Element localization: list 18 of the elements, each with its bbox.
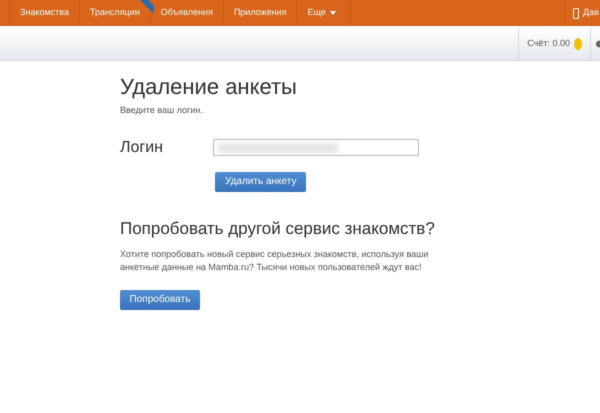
nav-link[interactable]: Знакомства xyxy=(20,6,69,20)
phone-icon xyxy=(573,8,579,18)
nav-link[interactable]: Приложения xyxy=(234,6,286,20)
page-title: Удаление анкеты xyxy=(120,73,298,101)
try-button[interactable]: Попробовать xyxy=(120,290,200,310)
delete-profile-button[interactable]: Удалить анкету xyxy=(215,172,306,192)
caret-icon xyxy=(330,11,336,15)
login-label: Логин xyxy=(120,138,164,158)
promo-text: Хотите попробовать новый сервис серьезных знакомств, используя ваши анкетные данные на Mamba.ru? Тысячи новых пользователей ждут вас! xyxy=(120,248,430,274)
coin-icon xyxy=(574,38,582,50)
balance-text: Счёт: 0.00 xyxy=(527,37,570,50)
hint-text: Введите ваш логин. xyxy=(120,104,204,117)
promo-heading: Попробовать другой сервис знакомств? xyxy=(120,218,436,240)
nav-link[interactable]: Объявления xyxy=(160,6,213,20)
nav-link[interactable]: Еще xyxy=(307,6,336,20)
nav-link[interactable]: Трансляции xyxy=(90,6,140,20)
login-field[interactable] xyxy=(213,139,419,156)
nav-link[interactable]: Дав xyxy=(583,6,599,20)
